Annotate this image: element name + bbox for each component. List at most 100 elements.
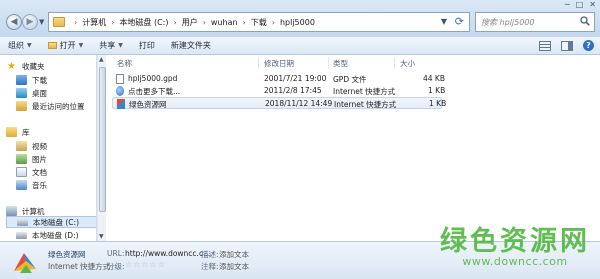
forward-button[interactable]: ▶ <box>22 14 38 30</box>
scroll-up-icon[interactable]: ▲ <box>99 56 104 63</box>
folder-icon <box>47 42 57 49</box>
nav-label: 库 <box>22 127 30 137</box>
scroll-thumb[interactable] <box>99 67 106 212</box>
watermark-url: www.downcc.com <box>462 255 568 268</box>
new-folder-button[interactable]: 新建文件夹 <box>163 40 219 51</box>
column-headers: 名称 修改日期 类型 大小 <box>106 55 600 69</box>
nav-label: 收藏夹 <box>22 61 45 71</box>
nav-libraries[interactable]: 库 <box>6 126 30 138</box>
share-button[interactable]: 共享 ▼ <box>91 40 131 51</box>
recent-pages-dropdown[interactable]: ▼ <box>39 18 44 26</box>
open-button[interactable]: 打开 ▼ <box>40 40 92 51</box>
arrow-left-icon: ◀ <box>10 17 18 27</box>
open-label: 打开 <box>59 41 76 50</box>
desktop-icon <box>16 88 27 98</box>
nav-label: 本地磁盘 (D:) <box>32 230 79 240</box>
rating-stars[interactable]: ☆☆☆☆☆ <box>125 260 166 269</box>
downloads-folder-icon <box>16 75 27 85</box>
nav-music[interactable]: 音乐 <box>16 179 47 191</box>
column-divider[interactable] <box>328 57 329 69</box>
nav-desktop[interactable]: 桌面 <box>16 87 47 99</box>
breadcrumb-users[interactable]: 用户 <box>182 17 198 28</box>
print-label: 打印 <box>138 41 155 50</box>
detail-notes-value[interactable]: 添加文本 <box>219 261 249 272</box>
detail-desc-value[interactable]: 添加文本 <box>219 249 249 260</box>
view-controls: ? <box>539 40 594 51</box>
column-type[interactable]: 类型 <box>333 58 348 69</box>
nav-drive-c[interactable]: 本地磁盘 (C:) <box>6 216 96 228</box>
nav-favorites[interactable]: ★ 收藏夹 <box>6 60 45 72</box>
close-icon[interactable]: ✕ <box>589 0 596 9</box>
watermark-text: 绿色资源网 <box>440 226 590 257</box>
detail-url-label: URL: <box>107 249 125 258</box>
file-name: 点击更多下载... <box>128 87 181 96</box>
video-library-icon <box>16 141 27 151</box>
ie-shortcut-icon <box>116 86 124 96</box>
nav-drive-d[interactable]: 本地磁盘 (D:) <box>16 229 79 241</box>
nav-pictures[interactable]: 图片 <box>16 153 47 165</box>
watermark: 绿色资源网 www.downcc.com <box>440 228 590 268</box>
breadcrumb-hplj5000[interactable]: hplj5000 <box>280 18 315 27</box>
chevron-right-icon[interactable]: › <box>243 18 246 27</box>
nav-documents[interactable]: 文档 <box>16 166 47 178</box>
search-icon[interactable] <box>580 16 590 26</box>
nav-label: 音乐 <box>32 180 47 190</box>
column-size[interactable]: 大小 <box>400 58 415 69</box>
explorer-window: ◀ ▶ ▼ › 计算机 › 本地磁盘 (C:) › 用户 › wuhan › 下… <box>0 0 600 279</box>
command-bar: 组织 ▼ 打开 ▼ 共享 ▼ 打印 新建文件夹 ? <box>0 37 600 55</box>
organize-button[interactable]: 组织 ▼ <box>0 40 40 51</box>
column-divider[interactable] <box>394 57 395 69</box>
address-bar[interactable]: › 计算机 › 本地磁盘 (C:) › 用户 › wuhan › 下载 › hp… <box>48 12 470 32</box>
chevron-right-icon[interactable]: › <box>111 18 114 27</box>
chevron-down-icon: ▼ <box>27 42 32 49</box>
file-row[interactable]: 点击更多下载... 2011/2/8 17:45 Internet 快捷方式 1… <box>112 85 445 97</box>
nav-videos[interactable]: 视频 <box>16 140 47 152</box>
nav-label: 最近访问的位置 <box>32 101 85 111</box>
nav-recent[interactable]: 最近访问的位置 <box>16 100 85 112</box>
nav-downloads[interactable]: 下载 <box>16 74 47 86</box>
nav-label: 文档 <box>32 167 47 177</box>
breadcrumb-downloads[interactable]: 下载 <box>251 17 267 28</box>
back-button[interactable]: ◀ <box>6 14 22 30</box>
column-divider[interactable] <box>258 57 259 69</box>
nav-label: 桌面 <box>32 88 47 98</box>
chevron-right-icon[interactable]: › <box>272 18 275 27</box>
view-options-icon[interactable] <box>539 40 551 51</box>
folder-icon <box>53 17 65 27</box>
chevron-right-icon[interactable]: › <box>74 18 77 27</box>
document-library-icon <box>16 167 27 177</box>
refresh-icon[interactable]: ⟳ <box>455 15 464 28</box>
share-label: 共享 <box>99 41 116 50</box>
print-button[interactable]: 打印 <box>131 40 163 51</box>
chevron-right-icon[interactable]: › <box>173 18 176 27</box>
breadcrumb-wuhan[interactable]: wuhan <box>211 18 238 27</box>
column-date[interactable]: 修改日期 <box>264 58 294 69</box>
detail-desc-label: 描述: <box>201 250 219 259</box>
nav-label: 视频 <box>32 141 47 151</box>
file-row[interactable]: 绿色资源网 2018/11/12 14:49 Internet 快捷方式 1 K… <box>112 97 446 109</box>
maximize-icon[interactable]: □ <box>576 0 584 9</box>
nav-scrollbar[interactable]: ▲ ▼ <box>97 55 106 241</box>
picture-library-icon <box>16 154 27 164</box>
column-name[interactable]: 名称 <box>117 58 132 69</box>
minimize-icon[interactable]: ─ <box>565 0 570 9</box>
search-placeholder: 搜索 hplj5000 <box>481 17 535 27</box>
chevron-down-icon[interactable]: ▼ <box>441 17 447 26</box>
chevron-right-icon[interactable]: › <box>203 18 206 27</box>
help-icon[interactable]: ? <box>583 40 594 51</box>
nav-label: 下载 <box>32 75 47 85</box>
scroll-down-icon[interactable]: ▼ <box>99 233 104 240</box>
file-date: 2018/11/12 14:49 <box>265 99 333 108</box>
file-row[interactable]: hplj5000.gpd 2001/7/21 19:00 GPD 文件 44 K… <box>112 73 445 85</box>
preview-pane-icon[interactable] <box>561 40 573 51</box>
file-type: GPD 文件 <box>333 75 367 84</box>
detail-notes-label: 注释: <box>201 262 219 271</box>
nav-label: 图片 <box>32 154 47 164</box>
search-input[interactable]: 搜索 hplj5000 <box>475 12 595 32</box>
breadcrumb-drive-c[interactable]: 本地磁盘 (C:) <box>119 17 168 28</box>
chevron-down-icon: ▼ <box>118 42 123 49</box>
breadcrumb-computer[interactable]: 计算机 <box>82 17 106 28</box>
site-logo-icon <box>117 99 125 109</box>
nav-label: 计算机 <box>22 206 45 216</box>
detail-url-value[interactable]: http://www.downcc.c... <box>125 249 210 258</box>
